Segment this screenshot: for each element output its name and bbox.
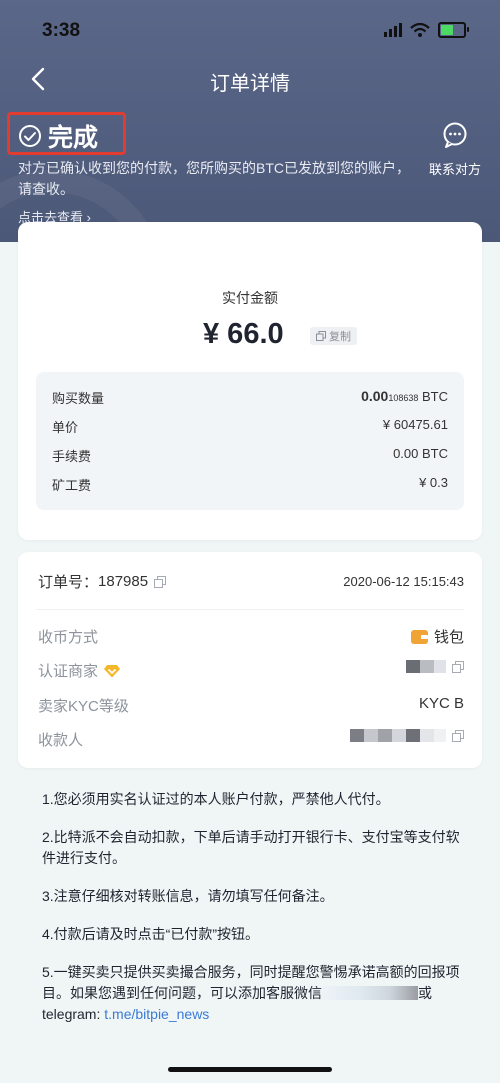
merchant-name-redacted xyxy=(406,660,464,673)
payment-card: 实付金额 ¥ 66.0 复制 购买数量 0.00108638 BTC 单价 ¥ … xyxy=(18,222,482,540)
order-info-card: 订单号： 187985 2020-06-12 15:15:43 收币方式 钱包 … xyxy=(18,552,482,768)
divider xyxy=(36,609,464,610)
info-value: KYC B xyxy=(418,695,464,712)
detail-row-miner-fee: 矿工费 ¥ 0.3 xyxy=(52,475,448,495)
amount-label: 实付金额 xyxy=(222,290,278,306)
copy-icon xyxy=(316,331,326,341)
detail-row-quantity: 购买数量 0.00108638 BTC xyxy=(52,388,448,408)
wechat-id-redacted xyxy=(322,986,418,1000)
info-key: 收款人 xyxy=(38,732,84,749)
info-value: 钱包 xyxy=(410,626,464,647)
detail-value: ¥ 0.3 xyxy=(419,475,448,490)
order-status: 完成 xyxy=(18,118,98,154)
chat-bubble-icon xyxy=(443,122,467,148)
note-item: 3.注意仔细核对转账信息，请勿填写任何备注。 xyxy=(42,888,334,904)
detail-row-price: 单价 ¥ 60475.61 xyxy=(52,417,448,437)
check-circle-icon xyxy=(19,125,41,147)
info-key: 收币方式 xyxy=(38,629,99,646)
info-row-merchant: 认证商家 xyxy=(38,660,464,682)
status-time: 3:38 xyxy=(42,20,81,41)
info-key: 卖家KYC等级 xyxy=(38,698,129,715)
contact-button[interactable]: 联系对方 xyxy=(424,122,486,178)
payment-details: 购买数量 0.00108638 BTC 单价 ¥ 60475.61 手续费 0.… xyxy=(36,372,464,510)
copy-icon[interactable] xyxy=(452,660,464,673)
status-label: 完成 xyxy=(48,124,99,152)
status-icons xyxy=(384,22,469,38)
detail-key: 购买数量 xyxy=(52,391,105,406)
copy-icon[interactable] xyxy=(154,575,167,588)
amount-value: ¥ 66.0 xyxy=(203,318,284,350)
wifi-icon xyxy=(410,23,430,37)
detail-value: 0.00108638 BTC xyxy=(361,388,448,404)
info-row-kyc: 卖家KYC等级 KYC B xyxy=(38,695,464,717)
info-row-receive-method: 收币方式 钱包 xyxy=(38,626,464,648)
order-number: 订单号： 187985 xyxy=(38,571,167,592)
info-row-payee: 收款人 xyxy=(38,729,464,751)
order-number-value: 187985 xyxy=(98,573,149,590)
order-number-label: 订单号： xyxy=(38,574,99,591)
status-bar: 3:38 xyxy=(0,0,500,60)
order-time: 2020-06-12 15:15:43 xyxy=(343,574,464,589)
note-item: 5.一键买卖只提供买卖撮合服务，同时提醒您警惕承诺高额的回报项目。如果您遇到任何… xyxy=(42,964,460,1022)
battery-icon xyxy=(438,22,469,38)
note-item: 4.付款后请及时点击“已付款”按钮。 xyxy=(42,926,259,942)
detail-key: 手续费 xyxy=(52,449,92,464)
wallet-icon xyxy=(410,629,428,644)
verified-diamond-icon xyxy=(104,664,121,677)
detail-value: 0.00 BTC xyxy=(393,446,448,461)
telegram-link[interactable]: t.me/bitpie_news xyxy=(104,1006,209,1022)
status-description: 对方已确认收到您的付款，您所购买的BTC已发放到您的账户，请查收。 xyxy=(18,160,410,197)
info-key: 认证商家 xyxy=(38,660,121,681)
note-item: 1.您必须用实名认证过的本人账户付款，严禁他人代付。 xyxy=(42,791,390,807)
copy-amount-button[interactable]: 复制 xyxy=(310,327,357,345)
copy-icon[interactable] xyxy=(452,729,464,742)
notes-section: 1.您必须用实名认证过的本人账户付款，严禁他人代付。 2.比特派不会自动扣款，下… xyxy=(42,789,462,1025)
contact-label: 联系对方 xyxy=(428,162,481,177)
signal-icon xyxy=(384,23,402,37)
detail-key: 矿工费 xyxy=(52,478,92,493)
payee-name-redacted xyxy=(350,729,464,742)
home-indicator xyxy=(168,1067,332,1072)
note-item: 2.比特派不会自动扣款，下单后请手动打开银行卡、支付宝等支付软件进行支付。 xyxy=(42,829,460,866)
detail-row-fee: 手续费 0.00 BTC xyxy=(52,446,448,466)
detail-key: 单价 xyxy=(52,420,79,435)
detail-value: ¥ 60475.61 xyxy=(382,417,448,432)
copy-label: 复制 xyxy=(329,331,351,343)
page-title: 订单详情 xyxy=(210,73,290,95)
